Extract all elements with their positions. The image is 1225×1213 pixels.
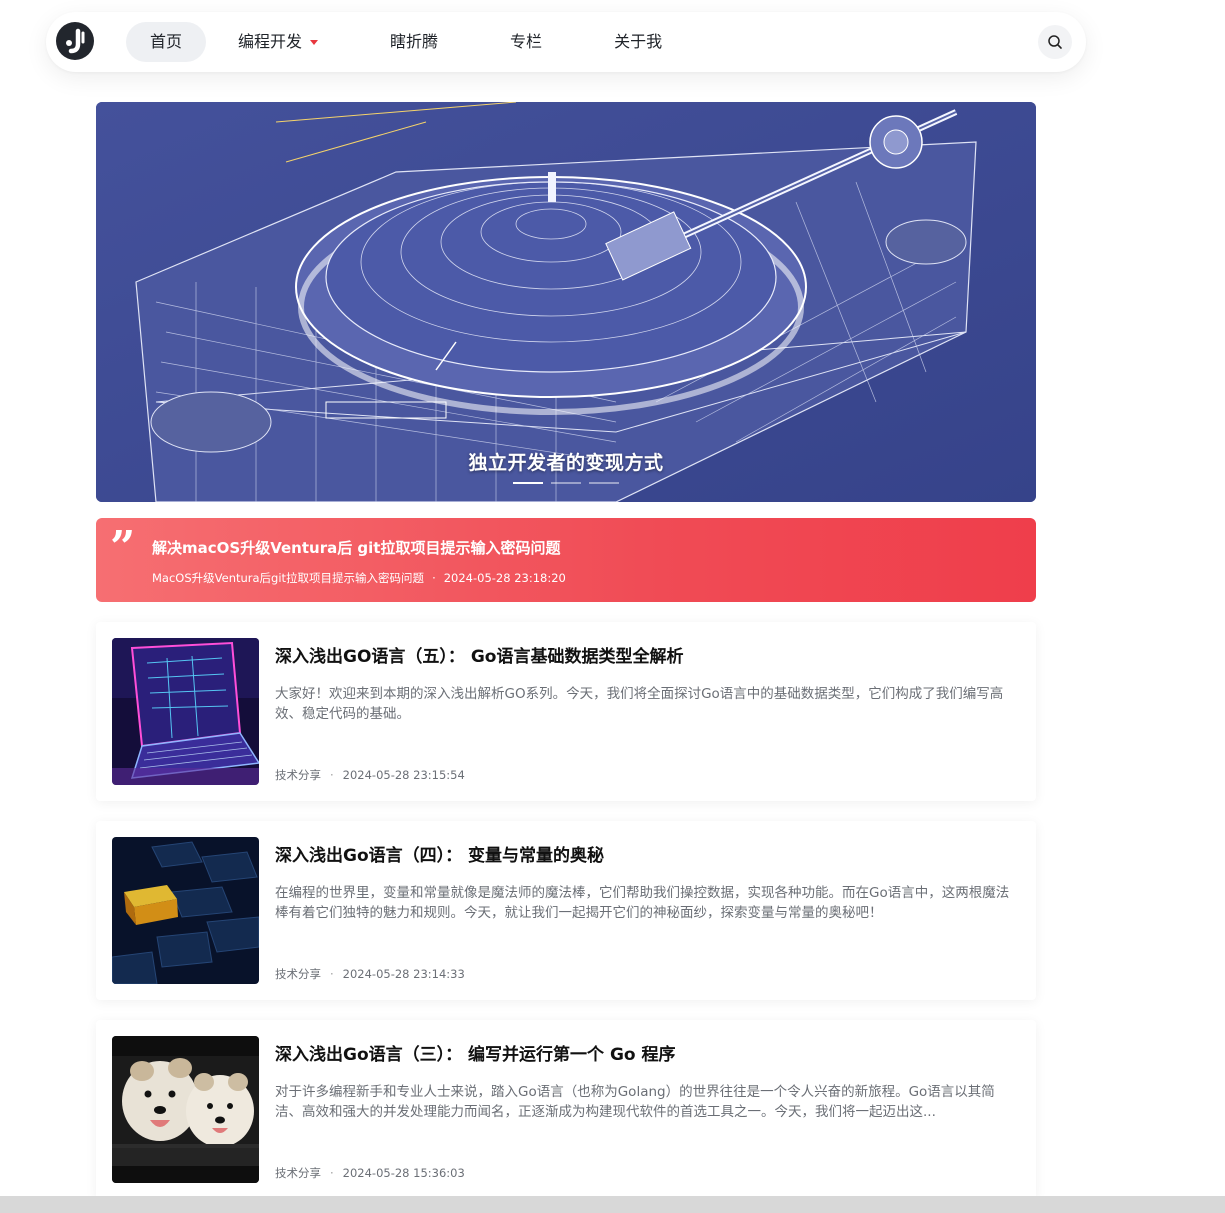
meta-separator: · [330, 768, 334, 782]
article-card[interactable]: 深入浅出Go语言（四）： 变量与常量的奥秘 在编程的世界里，变量和常量就像是魔法… [96, 821, 1036, 1000]
nav-label: 瞎折腾 [390, 32, 439, 51]
article-meta: 技术分享 · 2024-05-28 23:15:54 [275, 767, 465, 783]
search-icon [1048, 35, 1062, 49]
article-meta: 技术分享 · 2024-05-28 23:14:33 [275, 966, 465, 982]
article-thumbnail[interactable] [112, 1036, 259, 1183]
article-meta: 技术分享 · 2024-05-28 15:36:03 [275, 1165, 465, 1181]
nav-item-columns[interactable]: 专栏 [486, 22, 566, 62]
article-category[interactable]: 技术分享 [275, 1166, 321, 1180]
article-excerpt: 大家好！欢迎来到本期的深入浅出解析GO系列。今天，我们将全面探讨Go语言中的基础… [275, 686, 1004, 722]
banner-title[interactable]: 独立开发者的变现方式 [96, 448, 1036, 475]
logo-icon [66, 28, 85, 54]
article-card[interactable]: 深入浅出GO语言（五）： Go语言基础数据类型全解析 大家好！欢迎来到本期的深入… [96, 622, 1036, 801]
top-navigation-bar: 首页 编程开发 瞎折腾 专栏 关于我 [46, 12, 1086, 72]
article-excerpt: 在编程的世界里，变量和常量就像是魔法师的魔法棒，它们帮助我们操控数据，实现各种功… [275, 885, 1010, 921]
meta-separator: · [330, 1166, 334, 1180]
turntable-wireframe-image [96, 102, 1036, 502]
nav-item-about[interactable]: 关于我 [590, 22, 686, 62]
article-date: 2024-05-28 23:14:33 [342, 967, 465, 981]
hero-banner[interactable]: 独立开发者的变现方式 [96, 102, 1036, 502]
carousel-dot-1[interactable] [513, 482, 543, 484]
article-thumbnail[interactable] [112, 638, 259, 785]
article-date: 2024-05-28 15:36:03 [342, 1166, 465, 1180]
brand-logo[interactable] [56, 22, 94, 60]
carousel-dot-2[interactable] [551, 482, 581, 484]
puppies-in-car-image [112, 1036, 259, 1183]
article-card[interactable]: 深入浅出Go语言（三）： 编写并运行第一个 Go 程序 对于许多编程新手和专业人… [96, 1020, 1036, 1199]
article-title[interactable]: 深入浅出GO语言（五）： Go语言基础数据类型全解析 [275, 642, 683, 667]
quote-icon: ” [110, 522, 136, 573]
meta-separator: · [432, 571, 436, 585]
blue-cubes-image [112, 837, 259, 984]
nav-label: 编程开发 [238, 32, 303, 51]
meta-separator: · [330, 967, 334, 981]
nav-label: 专栏 [510, 32, 543, 51]
dropdown-caret-icon [310, 40, 319, 45]
laptop-neon-image [112, 638, 259, 785]
nav-item-tinkering[interactable]: 瞎折腾 [366, 22, 462, 62]
featured-post-card[interactable]: ” 解决macOS升级Ventura后 git拉取项目提示输入密码问题 MacO… [96, 518, 1036, 602]
featured-title[interactable]: 解决macOS升级Ventura后 git拉取项目提示输入密码问题 [152, 537, 560, 558]
article-title[interactable]: 深入浅出Go语言（三）： 编写并运行第一个 Go 程序 [275, 1040, 676, 1065]
main-menu: 首页 编程开发 瞎折腾 专栏 关于我 [126, 22, 686, 62]
article-date: 2024-05-28 23:15:54 [342, 768, 465, 782]
featured-meta: MacOS升级Ventura后git拉取项目提示输入密码问题 · 2024-05-2… [152, 570, 566, 586]
search-button[interactable] [1038, 25, 1072, 59]
article-thumbnail[interactable] [112, 837, 259, 984]
featured-date: 2024-05-28 23:18:20 [443, 571, 566, 585]
window-bottom-edge [0, 1196, 1225, 1213]
article-excerpt: 对于许多编程新手和专业人士来说，踏入Go语言（也称为Golang）的世界往往是一… [275, 1084, 995, 1120]
article-title[interactable]: 深入浅出Go语言（四）： 变量与常量的奥秘 [275, 841, 604, 866]
nav-item-programming[interactable]: 编程开发 [214, 22, 342, 62]
carousel-indicators [96, 482, 1036, 484]
nav-label: 关于我 [614, 32, 663, 51]
featured-subtitle: MacOS升级Ventura后git拉取项目提示输入密码问题 [152, 571, 425, 585]
nav-item-home[interactable]: 首页 [126, 22, 207, 62]
article-category[interactable]: 技术分享 [275, 768, 321, 782]
nav-label: 首页 [150, 32, 183, 51]
carousel-dot-3[interactable] [589, 482, 619, 484]
article-category[interactable]: 技术分享 [275, 967, 321, 981]
